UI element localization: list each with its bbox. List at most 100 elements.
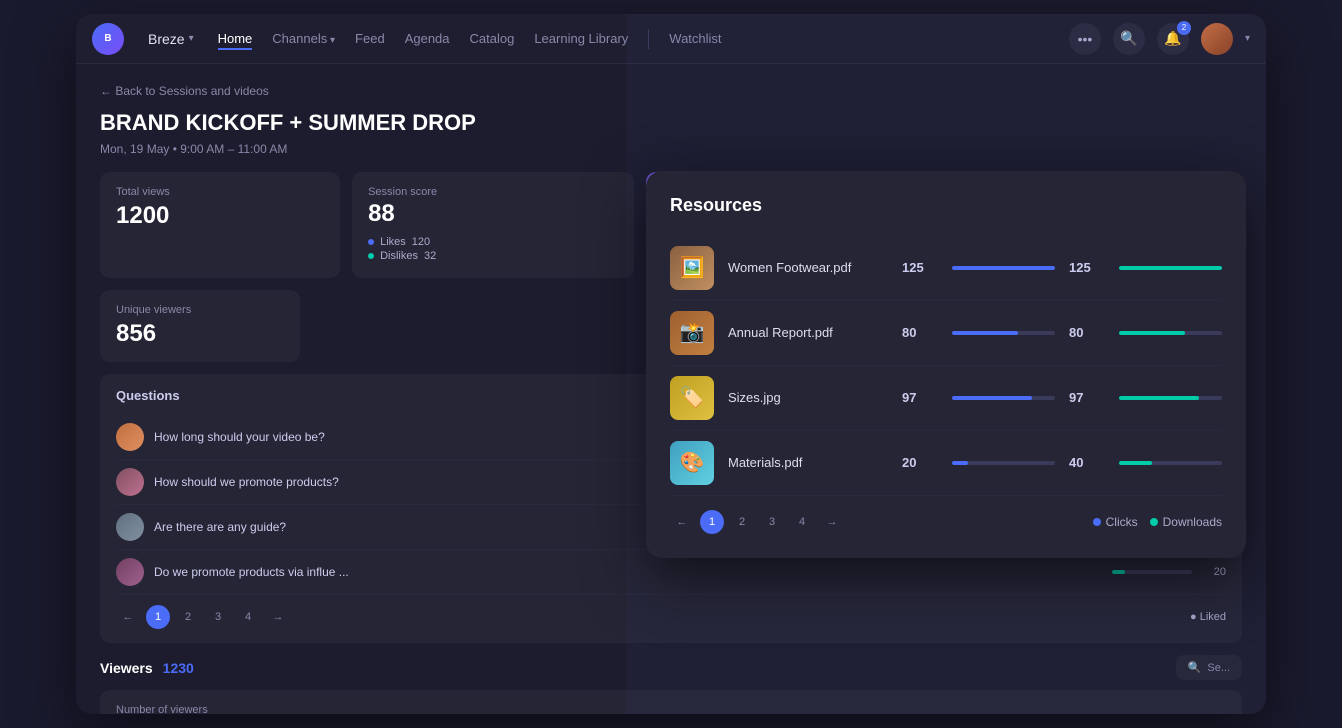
resource-downloads-bar-fill-3 [1119,396,1199,400]
resource-clicks-3: 97 [902,390,938,405]
page-btn-1[interactable]: 1 [146,605,170,629]
modal-prev-btn[interactable]: ← [670,510,694,534]
total-views-label: Total views [116,186,324,198]
resource-thumb-2: 📸 [670,311,714,355]
resource-clicks-bar-fill-2 [952,331,1018,335]
resource-clicks-bar-3 [952,396,1055,400]
resource-name-4: Materials.pdf [728,455,888,470]
resource-downloads-3: 97 [1069,390,1105,405]
unique-viewers-value: 856 [116,320,284,348]
clicks-legend-dot [1093,518,1101,526]
resource-clicks-bar-2 [952,331,1055,335]
resource-clicks-4: 20 [902,455,938,470]
resource-name-3: Sizes.jpg [728,390,888,405]
resource-downloads-bar-4 [1119,461,1222,465]
likes-value: 120 [412,236,430,248]
modal-footer: ← 1 2 3 4 → Clicks Downloads [670,510,1222,534]
nav-learning-library[interactable]: Learning Library [534,27,628,50]
unique-viewers-label: Unique viewers [116,304,284,316]
modal-overlay: Resources 🖼️ Women Footwear.pdf 125 125 [626,14,1266,714]
resource-thumb-emoji-3: 🏷️ [680,385,705,410]
page-btn-2[interactable]: 2 [176,605,200,629]
resource-row-1: 🖼️ Women Footwear.pdf 125 125 [670,236,1222,301]
unique-viewers-card: Unique viewers 856 [100,290,300,362]
likes-label: Likes [380,236,406,248]
resource-thumb-emoji-4: 🎨 [680,450,705,475]
downloads-legend-label: Downloads [1163,515,1222,529]
modal-title: Resources [670,195,1222,216]
resource-row-4: 🎨 Materials.pdf 20 40 [670,431,1222,496]
resource-downloads-1: 125 [1069,260,1105,275]
downloads-legend-dot [1150,518,1158,526]
question-avatar-1 [116,423,144,451]
logo-text: B [104,33,111,44]
prev-page-btn[interactable]: ← [116,605,140,629]
main-content: ← Back to Sessions and videos BRAND KICK… [76,64,1266,714]
session-score-card: Session score 88 Likes 120 Dislikes 32 [352,172,634,278]
logo[interactable]: B [92,23,124,55]
resource-downloads-2: 80 [1069,325,1105,340]
resource-thumb-emoji-1: 🖼️ [680,255,705,280]
page-btn-4[interactable]: 4 [236,605,260,629]
resource-clicks-bar-fill-1 [952,266,1055,270]
question-avatar-3 [116,513,144,541]
resource-clicks-2: 80 [902,325,938,340]
question-avatar-4 [116,558,144,586]
modal-page-4[interactable]: 4 [790,510,814,534]
viewers-title: Viewers [100,660,153,676]
nav-home[interactable]: Home [218,27,253,50]
downloads-legend-item: Downloads [1150,515,1222,529]
resource-clicks-bar-fill-4 [952,461,968,465]
resource-clicks-bar-1 [952,266,1055,270]
resource-clicks-bar-4 [952,461,1055,465]
likes-dot [368,239,374,245]
app-window: B Breze ▾ Home Channels Feed Agenda Cata… [76,14,1266,714]
total-views-value: 1200 [116,202,324,230]
next-page-btn[interactable]: → [266,605,290,629]
total-views-card: Total views 1200 [100,172,340,278]
resource-thumb-3: 🏷️ [670,376,714,420]
dislikes-row: Dislikes 32 [368,250,618,262]
resource-downloads-4: 40 [1069,455,1105,470]
question-avatar-2 [116,468,144,496]
resource-row-2: 📸 Annual Report.pdf 80 80 [670,301,1222,366]
resource-downloads-bar-2 [1119,331,1222,335]
back-link-text: ← Back to Sessions and videos [100,84,269,98]
session-score-value: 88 [368,200,618,228]
modal-next-btn[interactable]: → [820,510,844,534]
resource-thumb-emoji-2: 📸 [680,320,705,345]
resource-row-3: 🏷️ Sizes.jpg 97 97 [670,366,1222,431]
viewers-count: 1230 [163,660,194,676]
resource-downloads-bar-3 [1119,396,1222,400]
modal-page-1[interactable]: 1 [700,510,724,534]
resource-downloads-bar-fill-1 [1119,266,1222,270]
nav-brand[interactable]: Breze ▾ [148,31,194,47]
brand-label: Breze [148,31,185,47]
nav-feed[interactable]: Feed [355,27,385,50]
clicks-legend-label: Clicks [1106,515,1138,529]
likes-row: Likes 120 [368,236,618,248]
legend: Clicks Downloads [1093,515,1222,529]
nav-catalog[interactable]: Catalog [470,27,515,50]
brand-chevron: ▾ [189,33,194,44]
clicks-legend-item: Clicks [1093,515,1138,529]
nav-agenda[interactable]: Agenda [405,27,450,50]
resource-clicks-1: 125 [902,260,938,275]
resource-name-1: Women Footwear.pdf [728,260,888,275]
dislikes-label: Dislikes [380,250,418,262]
dislikes-value: 32 [424,250,436,262]
resource-thumb-1: 🖼️ [670,246,714,290]
resource-clicks-bar-fill-3 [952,396,1032,400]
resource-downloads-bar-fill-2 [1119,331,1185,335]
session-score-label: Session score [368,186,618,198]
modal-page-3[interactable]: 3 [760,510,784,534]
page-btn-3[interactable]: 3 [206,605,230,629]
resource-thumb-4: 🎨 [670,441,714,485]
resource-downloads-bar-1 [1119,266,1222,270]
nav-channels[interactable]: Channels [272,27,335,50]
resources-modal: Resources 🖼️ Women Footwear.pdf 125 125 [646,171,1246,558]
resource-downloads-bar-fill-4 [1119,461,1152,465]
dislikes-dot [368,253,374,259]
modal-page-2[interactable]: 2 [730,510,754,534]
resource-name-2: Annual Report.pdf [728,325,888,340]
